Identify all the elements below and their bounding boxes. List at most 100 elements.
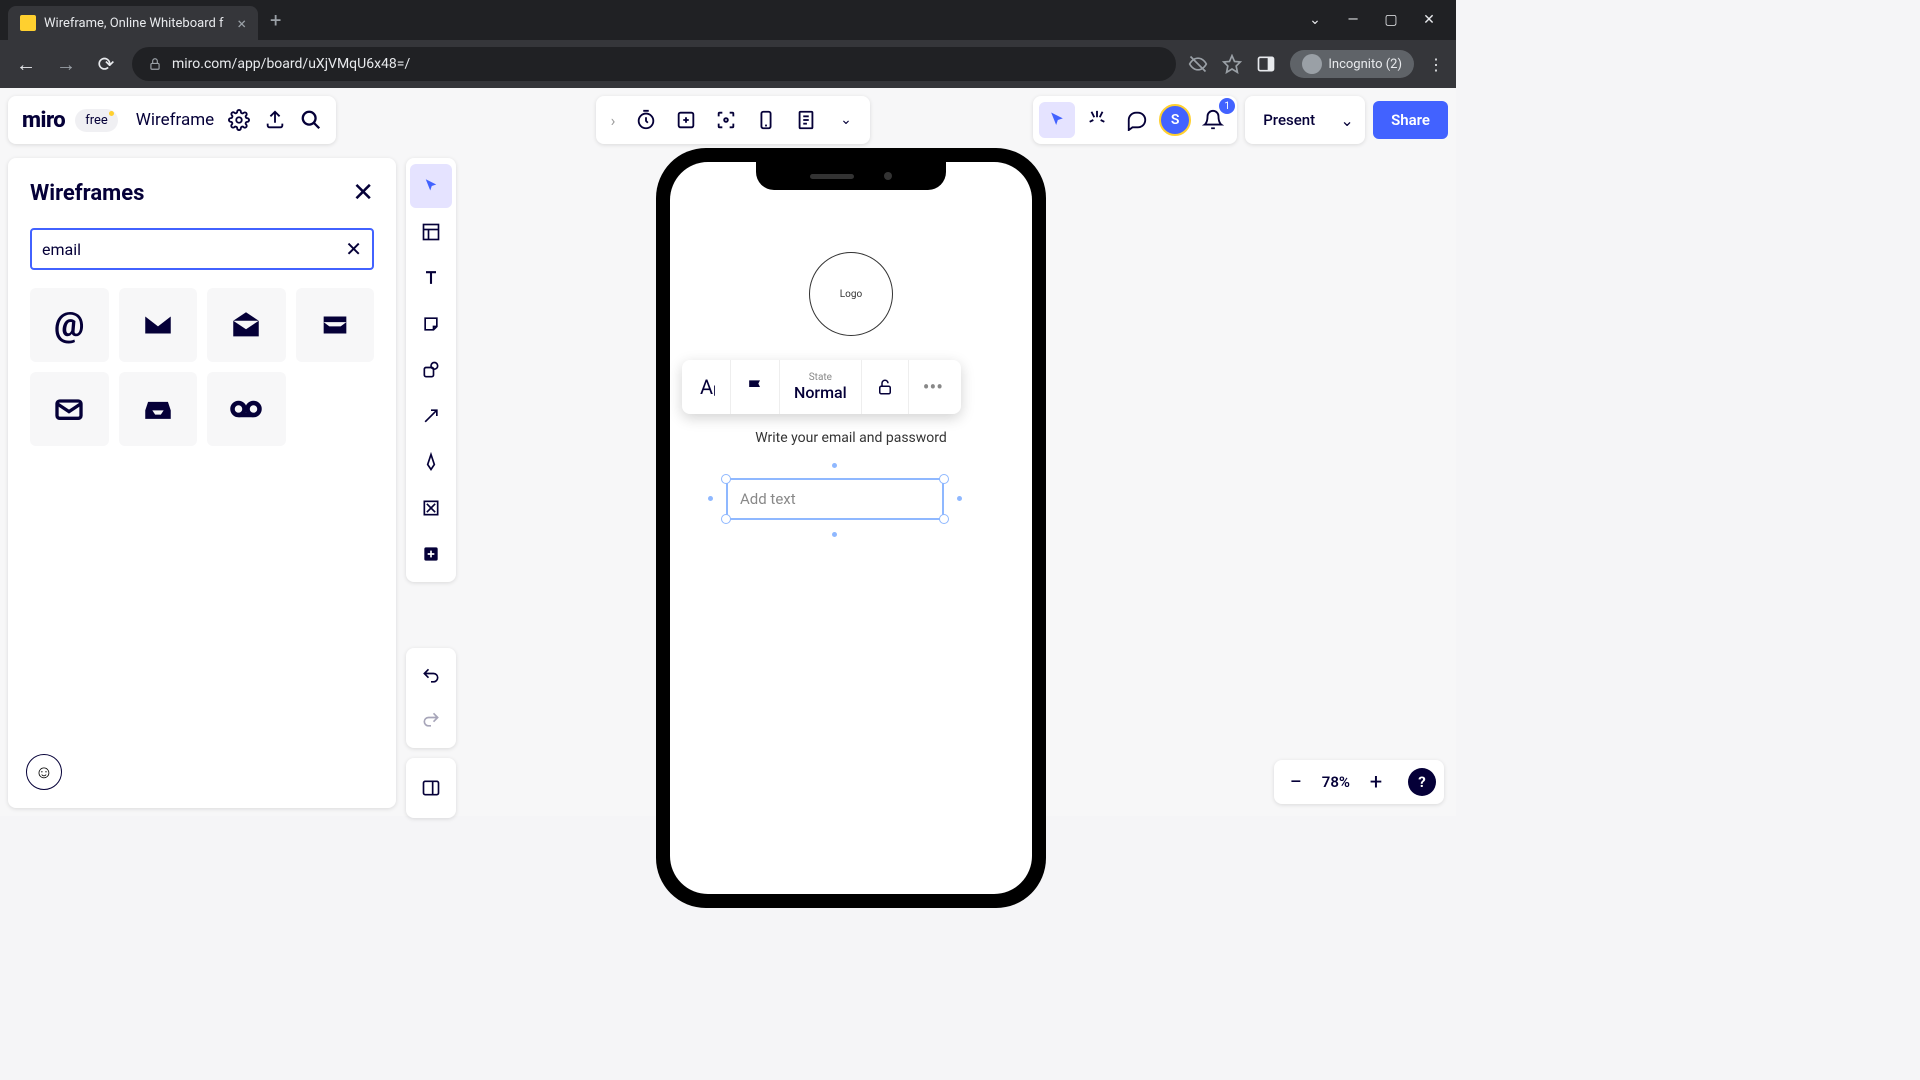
clear-search-icon[interactable]: ✕ xyxy=(345,237,362,261)
wireframe-inbox-badge-icon[interactable] xyxy=(296,288,375,362)
tools-toolbar xyxy=(406,158,456,582)
zoom-in-button[interactable]: + xyxy=(1362,770,1390,795)
more-chevron-icon[interactable]: ⌄ xyxy=(828,102,864,138)
wireframe-at-icon[interactable]: @ xyxy=(30,288,109,362)
focus-icon[interactable] xyxy=(708,102,744,138)
device-icon[interactable] xyxy=(748,102,784,138)
phone-frame[interactable]: Logo Write your email and password xyxy=(656,148,1046,908)
phone-notch xyxy=(756,162,946,190)
badge-dot-icon xyxy=(109,111,114,116)
panel-toggle-icon[interactable] xyxy=(410,766,452,810)
text-tool[interactable] xyxy=(410,256,452,300)
maximize-icon[interactable]: ▢ xyxy=(1384,13,1398,27)
present-button[interactable]: Present xyxy=(1249,101,1329,139)
eye-off-icon[interactable] xyxy=(1188,54,1208,74)
selection-handle-tl[interactable] xyxy=(721,474,731,484)
cursor-icon[interactable] xyxy=(1039,102,1075,138)
selection-anchor-r[interactable] xyxy=(957,496,962,501)
sticky-tool[interactable] xyxy=(410,302,452,346)
wireframe-tool[interactable] xyxy=(410,486,452,530)
browser-tab[interactable]: Wireframe, Online Whiteboard f × xyxy=(8,6,258,40)
flag-button[interactable] xyxy=(731,360,780,414)
selection-anchor-t[interactable] xyxy=(832,463,837,468)
selection-anchor-l[interactable] xyxy=(708,496,713,501)
address-bar[interactable]: miro.com/app/board/uXjVMqU6x48=/ xyxy=(132,47,1176,81)
select-tool[interactable] xyxy=(410,164,452,208)
redo-button[interactable] xyxy=(410,698,452,742)
subtitle-text[interactable]: Write your email and password xyxy=(670,430,1032,446)
shape-tool[interactable] xyxy=(410,348,452,392)
zoom-controls: − 78% + ? xyxy=(1274,760,1444,804)
text-style-button[interactable]: A| xyxy=(686,360,731,414)
panel-icon[interactable] xyxy=(1256,54,1276,74)
wireframe-voicemail-icon[interactable] xyxy=(207,372,286,446)
template-tool[interactable] xyxy=(410,210,452,254)
reactions-icon[interactable] xyxy=(1079,102,1115,138)
field-placeholder: Add text xyxy=(740,490,796,508)
share-button[interactable]: Share xyxy=(1373,101,1448,139)
chevron-down-icon[interactable]: ⌄ xyxy=(1308,13,1322,27)
close-panel-icon[interactable]: ✕ xyxy=(352,178,374,208)
timer-icon[interactable] xyxy=(628,102,664,138)
wireframe-envelope-solid-icon[interactable] xyxy=(119,288,198,362)
notes-icon[interactable] xyxy=(788,102,824,138)
logo-placeholder[interactable]: Logo xyxy=(809,252,893,336)
star-icon[interactable] xyxy=(1222,54,1242,74)
undo-button[interactable] xyxy=(410,654,452,698)
close-window-icon[interactable]: ✕ xyxy=(1422,13,1436,27)
board-name[interactable]: Wireframe xyxy=(136,110,214,130)
incognito-icon xyxy=(1302,54,1322,74)
wireframe-inbox-tray-icon[interactable] xyxy=(119,372,198,446)
more-options-button[interactable]: ••• xyxy=(909,360,957,414)
back-button[interactable]: ← xyxy=(12,52,40,77)
zoom-out-button[interactable]: − xyxy=(1282,770,1310,795)
close-tab-icon[interactable]: × xyxy=(237,14,246,33)
notifications-icon[interactable]: 1 xyxy=(1195,102,1231,138)
selected-text-field[interactable]: Add text xyxy=(726,478,944,520)
pen-tool[interactable] xyxy=(410,440,452,484)
search-input[interactable] xyxy=(42,240,345,259)
notification-badge: 1 xyxy=(1219,98,1235,114)
history-toolbar xyxy=(406,648,456,748)
lock-button[interactable] xyxy=(862,360,909,414)
forward-button[interactable]: → xyxy=(52,52,80,77)
zoom-value[interactable]: 78% xyxy=(1322,773,1350,791)
search-icon[interactable] xyxy=(300,109,322,131)
frame-toolbar: › ⌄ xyxy=(596,96,870,144)
state-dropdown[interactable]: State Normal xyxy=(780,360,862,414)
minimize-icon[interactable]: — xyxy=(1346,13,1360,27)
plan-badge[interactable]: free xyxy=(75,109,118,132)
settings-icon[interactable] xyxy=(228,109,250,131)
help-button[interactable]: ? xyxy=(1408,768,1436,796)
selection-handle-bl[interactable] xyxy=(721,514,731,524)
wireframe-envelope-outline-icon[interactable] xyxy=(30,372,109,446)
comment-icon[interactable] xyxy=(1119,102,1155,138)
panels-toolbar xyxy=(406,758,456,818)
arrow-tool[interactable] xyxy=(410,394,452,438)
help-chat-icon[interactable]: ☺ xyxy=(26,754,62,790)
overflow-menu-icon[interactable]: ⋮ xyxy=(1428,55,1444,74)
incognito-badge[interactable]: Incognito (2) xyxy=(1290,50,1414,78)
lock-icon xyxy=(148,57,162,71)
selection-handle-br[interactable] xyxy=(939,514,949,524)
selection-anchor-b[interactable] xyxy=(832,532,837,537)
export-icon[interactable] xyxy=(264,109,286,131)
new-tab-button[interactable]: + xyxy=(270,8,281,32)
chevron-right-icon[interactable]: › xyxy=(602,111,624,130)
reload-button[interactable]: ⟳ xyxy=(92,52,120,76)
user-avatar[interactable]: S xyxy=(1159,104,1191,136)
miro-favicon xyxy=(20,15,36,31)
wireframe-envelope-open-icon[interactable] xyxy=(207,288,286,362)
phone-screen: Logo Write your email and password xyxy=(670,162,1032,894)
selection-handle-tr[interactable] xyxy=(939,474,949,484)
frame-add-icon[interactable] xyxy=(668,102,704,138)
present-dropdown-icon[interactable]: ⌄ xyxy=(1333,111,1361,130)
browser-toolbar: ← → ⟳ miro.com/app/board/uXjVMqU6x48=/ I… xyxy=(0,40,1456,88)
wireframe-search[interactable]: ✕ xyxy=(30,228,374,270)
miro-logo[interactable]: miro xyxy=(22,108,65,133)
window-controls: ⌄ — ▢ ✕ xyxy=(1308,13,1448,27)
selection-toolbar: A| State Normal ••• xyxy=(682,360,961,414)
add-tool[interactable] xyxy=(410,532,452,576)
url-text: miro.com/app/board/uXjVMqU6x48=/ xyxy=(172,56,410,72)
miro-header: miro free Wireframe xyxy=(8,96,336,144)
